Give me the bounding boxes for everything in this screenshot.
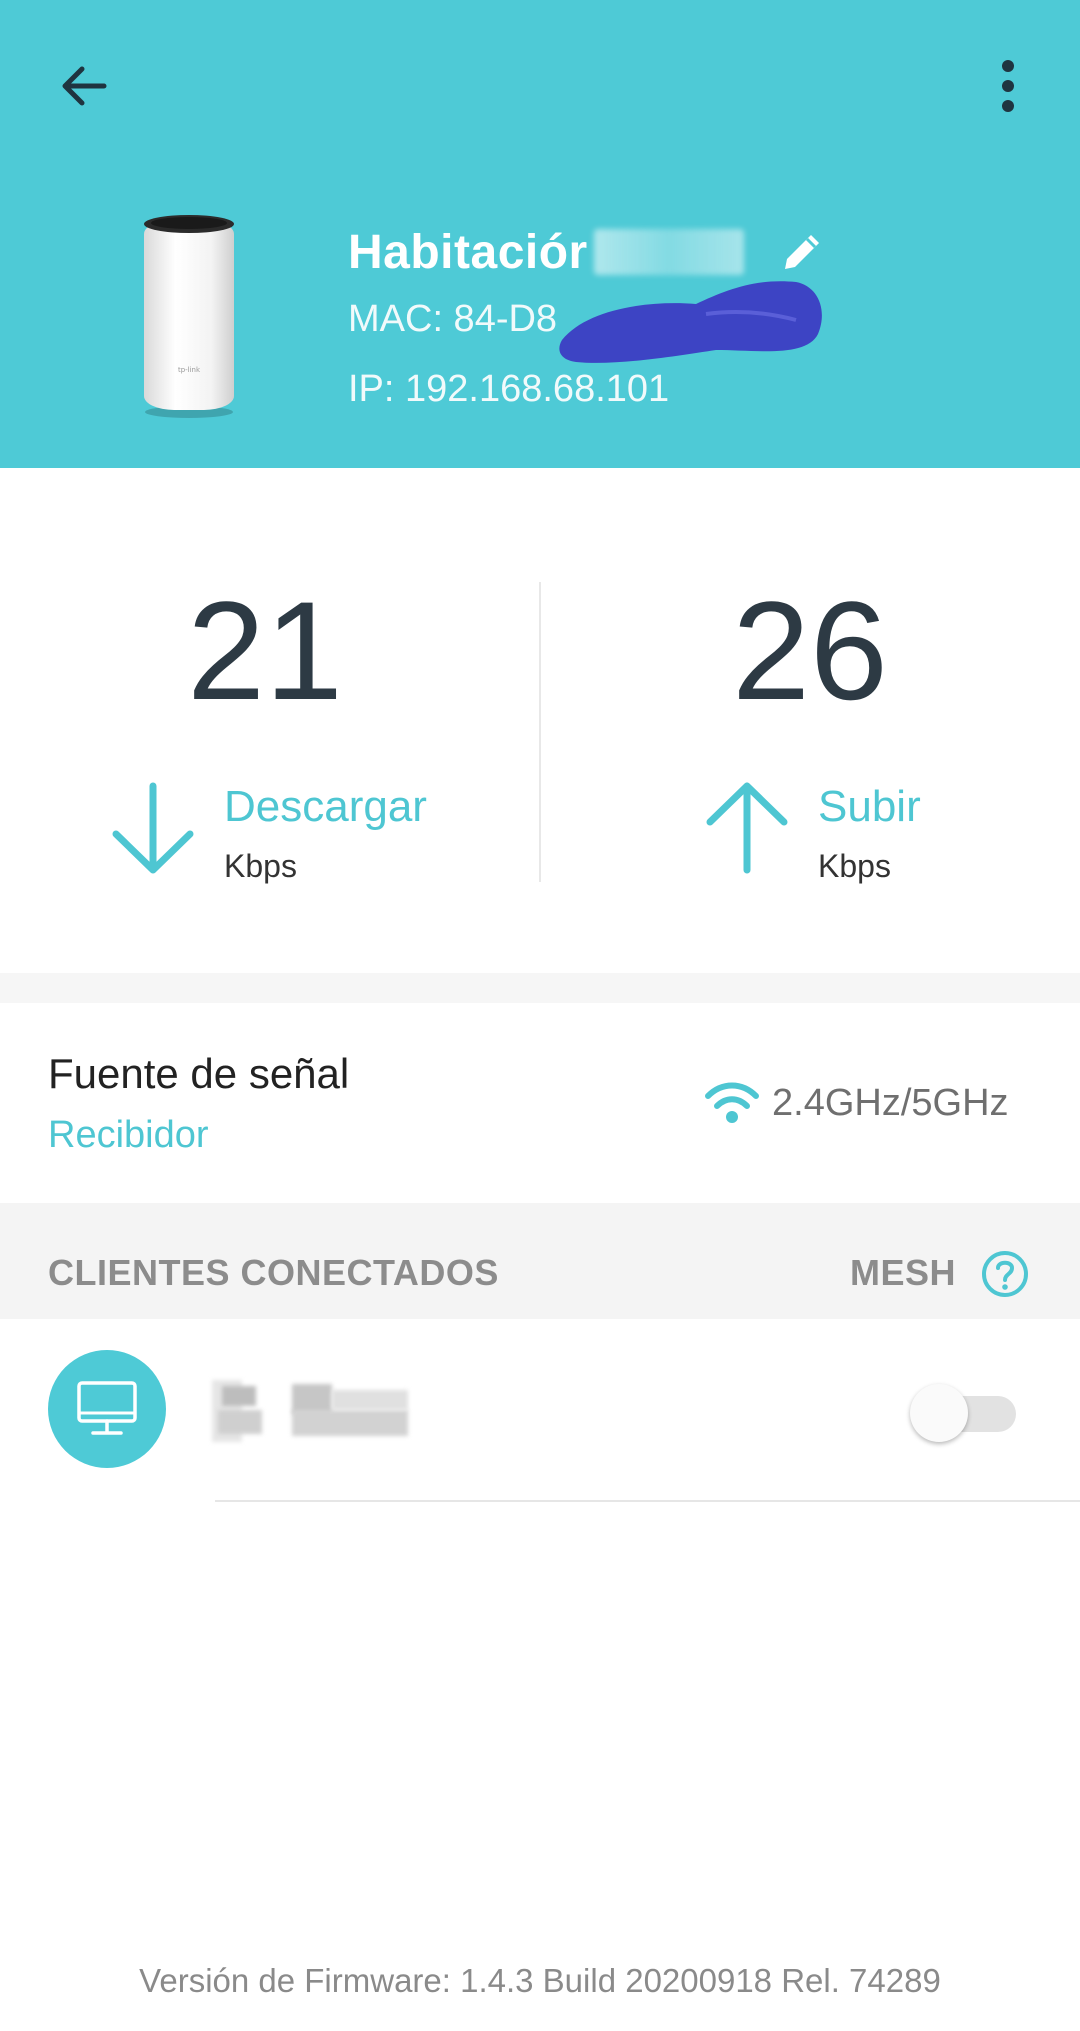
arrow-down-icon [112,782,194,874]
blurred-name-region [593,229,744,275]
back-button[interactable] [48,50,120,122]
download-label: Descargar [224,782,427,831]
device-detail-screen: tp-link Habitació r MAC: 84-D8 IP: 192.1… [0,0,1080,2031]
client-name-blurred [212,1380,410,1442]
section-separator [0,973,1080,1003]
row-divider [215,1500,1080,1502]
desktop-icon [77,1381,137,1435]
firmware-version: Versión de Firmware: 1.4.3 Build 2020091… [139,1962,941,1999]
redaction-scribble [559,281,822,363]
mesh-label: MESH [850,1252,957,1293]
upload-unit: Kbps [818,848,891,884]
upload-label: Subir [818,782,921,831]
device-header: tp-link Habitació r MAC: 84-D8 IP: 192.1… [0,0,1080,468]
toggle-thumb [910,1384,968,1442]
pencil-icon [785,235,819,269]
wifi-band: 2.4GHz/5GHz [772,1082,1009,1124]
clients-title: CLIENTES CONECTADOS [48,1252,499,1293]
mac-address: MAC: 84-D8 [348,298,558,340]
upload-speed-value: 26 [732,572,888,729]
help-circle-icon[interactable] [980,1249,1030,1299]
more-vertical-icon [1002,60,1014,112]
ip-address: IP: 192.168.68.101 [348,368,670,410]
device-name: Habitació [348,225,569,279]
svg-text:tp-link: tp-link [178,366,201,374]
signal-source-value: Recibidor [48,1114,209,1156]
wifi-icon [705,1082,759,1123]
arrow-up-icon [706,782,788,874]
download-speed-value: 21 [187,572,343,729]
more-options-button[interactable] [972,50,1044,122]
download-unit: Kbps [224,848,297,884]
arrow-left-icon [62,66,107,106]
deco-device-image: tp-link [144,215,234,418]
client-mesh-toggle[interactable] [910,1384,1016,1442]
speed-divider [539,582,541,882]
client-avatar [48,1350,166,1468]
signal-source-title: Fuente de señal [48,1050,350,1097]
